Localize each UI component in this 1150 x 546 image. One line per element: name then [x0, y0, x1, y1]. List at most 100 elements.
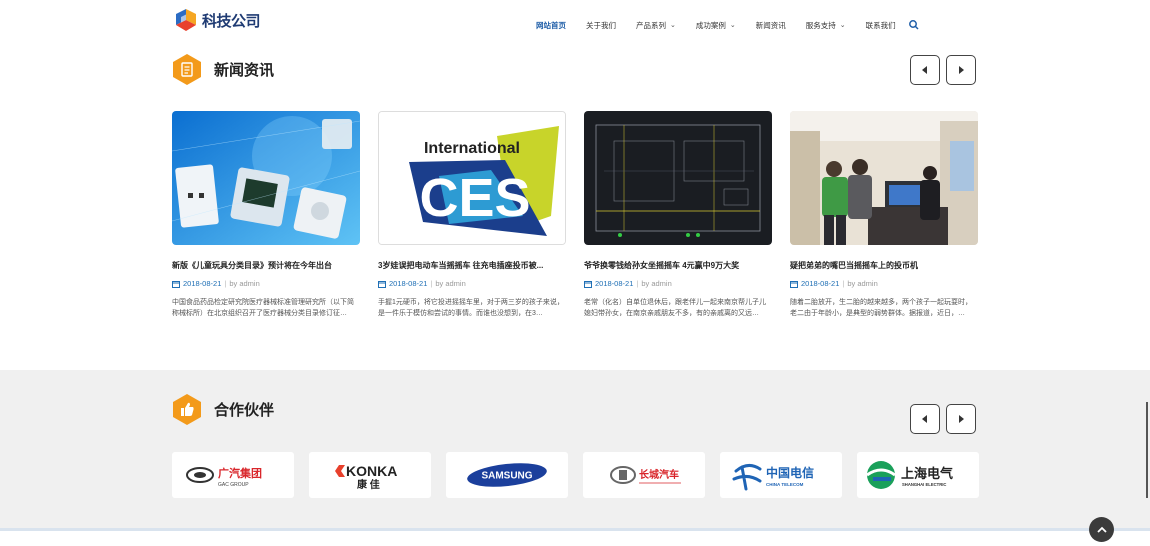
news-list: 新版《儿童玩具分类目录》预计将在今年出台 2018-08-21 | by adm…	[172, 111, 978, 330]
scrollbar[interactable]	[1146, 402, 1148, 498]
triangle-right-icon	[959, 66, 964, 74]
nav-item-about[interactable]: 关于我们	[586, 20, 616, 31]
news-card[interactable]: 爷爷换零钱给孙女坐摇摇车 4元赢中9万大奖 2018-08-21 | by ad…	[584, 111, 772, 330]
partner-name: 上海电气	[901, 466, 953, 481]
news-date: 2018-08-21	[183, 279, 222, 288]
partner-name: 广汽集团	[218, 466, 262, 480]
news-author: by admin	[641, 279, 672, 288]
great-wall-logo-icon: 长城汽车	[610, 466, 681, 484]
partner-logo-greatwall[interactable]: 长城汽车	[583, 452, 705, 498]
news-date: 2018-08-21	[389, 279, 428, 288]
news-card[interactable]: International CES 3岁娃误把电动车当摇摇车 往充电插座投币被.…	[378, 111, 566, 330]
partners-section-title: 合作伙伴	[214, 402, 275, 419]
nav-item-home[interactable]: 网站首页	[536, 20, 566, 31]
triangle-left-icon	[922, 66, 927, 74]
partner-name: 长城汽车	[639, 468, 679, 481]
calendar-icon	[172, 280, 180, 288]
nav-label: 服务支持	[805, 20, 836, 30]
news-meta: 2018-08-21 | by admin	[172, 279, 360, 288]
nav-label: 联系我们	[865, 20, 896, 30]
news-section-header: 新闻资讯	[172, 53, 274, 86]
ces-headline: International	[424, 140, 520, 157]
news-title[interactable]: 新版《儿童玩具分类目录》预计将在今年出台	[172, 260, 360, 271]
news-author: by admin	[435, 279, 466, 288]
partner-name: SAMSUNG	[481, 471, 532, 482]
news-summary: 中国食品药品检定研究院医疗器械标准管理研究所（以下简称械标所）在北京组织召开了医…	[172, 299, 354, 317]
partner-logo-samsung[interactable]: SAMSUNG	[446, 452, 568, 498]
nav-item-service[interactable]: 服务支持 ⌄	[806, 20, 846, 31]
news-author: by admin	[229, 279, 260, 288]
nav-label: 关于我们	[586, 20, 616, 30]
news-summary: 随着二胎放开，生二胎的越来越多，两个孩子一起玩耍时，老二由于年龄小，是典型的弱势…	[790, 299, 972, 317]
news-meta: 2018-08-21 | by admin	[584, 279, 772, 288]
meta-separator: |	[430, 279, 433, 288]
triangle-left-icon	[922, 415, 927, 423]
brand-name: 科技公司	[202, 12, 261, 30]
partner-logo-gac[interactable]: 广汽集团 GAC GROUP	[172, 452, 294, 498]
news-date: 2018-08-21	[801, 279, 840, 288]
next-button[interactable]	[946, 404, 976, 434]
document-icon	[173, 54, 201, 85]
nav-label: 产品系列	[636, 20, 666, 30]
news-date: 2018-08-21	[595, 279, 634, 288]
partner-logos: 广汽集团 GAC GROUP KONKA 康 佳 SAMSUNG 长城汽车 中国…	[172, 452, 979, 498]
calendar-icon	[790, 280, 798, 288]
next-button[interactable]	[946, 55, 976, 85]
news-pager	[910, 55, 976, 85]
partner-subname: CHINA TELECOM	[766, 482, 804, 487]
partners-pager	[910, 404, 976, 434]
news-thumbnail[interactable]	[790, 111, 978, 245]
news-thumbnail[interactable]	[584, 111, 772, 245]
logo[interactable]: 科技公司	[172, 6, 261, 34]
partner-name: 中国电信	[766, 465, 814, 480]
chevron-down-icon: ⌄	[839, 22, 846, 29]
china-telecom-logo-icon: 中国电信 CHINA TELECOM	[732, 464, 814, 491]
partners-section-header: 合作伙伴	[172, 393, 274, 426]
nav-item-products[interactable]: 产品系列 ⌄	[636, 20, 676, 31]
news-thumbnail[interactable]: International CES	[378, 111, 566, 245]
samsung-logo-icon: SAMSUNG	[467, 463, 547, 487]
shanghai-electric-logo-icon: 上海电气 SHANGHAI ELECTRIC	[866, 461, 953, 489]
triangle-right-icon	[959, 415, 964, 423]
news-title[interactable]: 3岁娃误把电动车当摇摇车 往充电插座投币被...	[378, 260, 566, 271]
chevron-down-icon: ⌄	[729, 22, 736, 29]
exhibition-photo-image	[790, 111, 978, 245]
konka-logo-icon: KONKA 康 佳	[335, 463, 397, 491]
news-summary: 老常（化名）自单位退休后，跟老伴儿一起来南京帮儿子儿媳妇带孙女，在南京亲戚朋友不…	[584, 299, 766, 317]
nav-label: 成功案例	[695, 20, 726, 30]
partner-subname: 康 佳	[357, 478, 380, 491]
meta-separator: |	[842, 279, 845, 288]
meta-separator: |	[636, 279, 639, 288]
nav-item-cases[interactable]: 成功案例 ⌄	[696, 20, 736, 31]
meta-separator: |	[224, 279, 227, 288]
partner-logo-china-telecom[interactable]: 中国电信 CHINA TELECOM	[720, 452, 842, 498]
smart-switch-image	[172, 111, 360, 245]
nav-item-news[interactable]: 新闻资讯	[756, 20, 786, 31]
nav-item-contact[interactable]: 联系我们	[866, 20, 896, 31]
news-card[interactable]: 疑把弟弟的嘴巴当摇摇车上的投币机 2018-08-21 | by admin 随…	[790, 111, 978, 330]
nav-label: 新闻资讯	[755, 20, 786, 30]
logo-icon	[176, 9, 196, 31]
news-title[interactable]: 疑把弟弟的嘴巴当摇摇车上的投币机	[790, 260, 978, 271]
news-thumbnail[interactable]	[172, 111, 360, 245]
blueprint-image	[584, 111, 772, 245]
news-meta: 2018-08-21 | by admin	[378, 279, 566, 288]
news-summary: 手握1元硬币，将它投进摇摇车里，对于两三岁的孩子来说，是一件乐于模仿和尝试的事情…	[378, 299, 564, 317]
partner-logo-konka[interactable]: KONKA 康 佳	[309, 452, 431, 498]
site-header: 科技公司 网站首页 关于我们 产品系列 ⌄ 成功案例 ⌄ 新闻资讯 服务支持 ⌄ 联系…	[0, 0, 1150, 46]
back-to-top-button[interactable]	[1089, 517, 1114, 542]
search-icon[interactable]	[908, 19, 920, 31]
news-title[interactable]: 爷爷换零钱给孙女坐摇摇车 4元赢中9万大奖	[584, 260, 772, 271]
news-card[interactable]: 新版《儿童玩具分类目录》预计将在今年出台 2018-08-21 | by adm…	[172, 111, 360, 330]
chevron-up-icon	[1096, 526, 1107, 533]
footer-divider	[0, 528, 1150, 531]
partner-subname: GAC GROUP	[218, 482, 249, 488]
nav-label: 网站首页	[536, 20, 566, 30]
prev-button[interactable]	[910, 55, 940, 85]
prev-button[interactable]	[910, 404, 940, 434]
chevron-down-icon: ⌄	[670, 22, 676, 29]
calendar-icon	[378, 280, 386, 288]
news-section-title: 新闻资讯	[214, 62, 275, 79]
partner-name: KONKA	[346, 463, 397, 479]
partner-logo-shanghai-electric[interactable]: 上海电气 SHANGHAI ELECTRIC	[857, 452, 979, 498]
